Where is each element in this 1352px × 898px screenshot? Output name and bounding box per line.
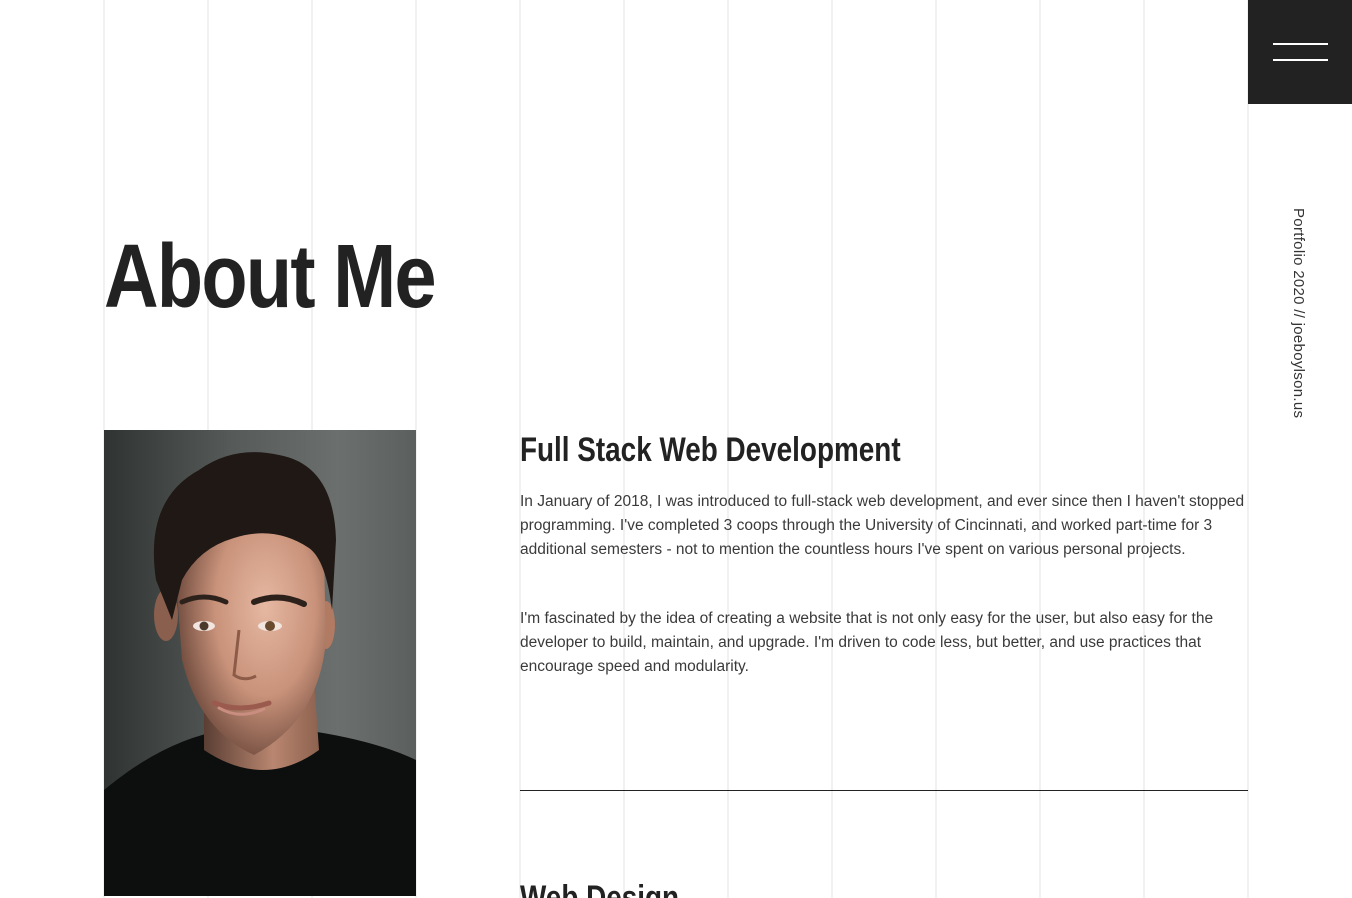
menu-line-bottom [1273, 59, 1328, 61]
section-title-web-design: Web Design [520, 879, 680, 898]
page: Portfolio 2020 // joeboylson.us About Me [0, 0, 1352, 898]
grid-line [1039, 0, 1041, 898]
menu-button[interactable] [1248, 0, 1352, 104]
section-paragraph: In January of 2018, I was introduced to … [520, 493, 1245, 558]
grid-line [1247, 0, 1249, 898]
portrait-photo [104, 430, 416, 896]
section-divider [520, 790, 1248, 791]
section-title-full-stack: Full Stack Web Development [520, 431, 901, 469]
grid-line [1143, 0, 1145, 898]
section-paragraph: I'm fascinated by the idea of creating a… [520, 610, 1214, 675]
page-title: About Me [104, 227, 437, 327]
side-portfolio-label: Portfolio 2020 // joeboylson.us [1290, 208, 1307, 419]
menu-line-top [1273, 43, 1328, 45]
grid-line [935, 0, 937, 898]
